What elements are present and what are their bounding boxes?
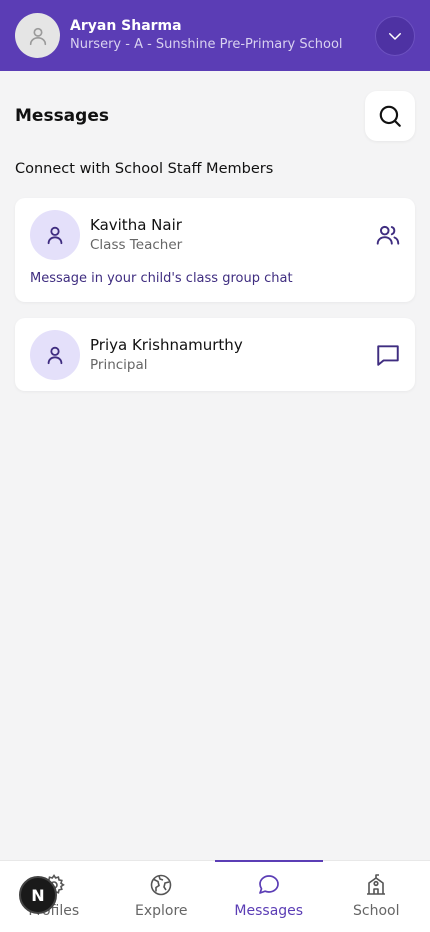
messages-title-row: Messages <box>15 91 415 141</box>
school-icon <box>364 873 388 897</box>
nav-item-school[interactable]: School <box>323 861 430 932</box>
bottom-nav: Profiles Explore Messages School <box>0 860 430 932</box>
staff-name: Kavitha Nair <box>90 216 182 234</box>
staff-role: Principal <box>90 357 148 373</box>
staff-card-class-teacher[interactable]: Kavitha Nair Class Teacher Message in yo… <box>15 198 415 302</box>
nav-item-messages[interactable]: Messages <box>215 860 323 932</box>
group-icon <box>376 225 400 245</box>
search-button[interactable] <box>365 91 415 141</box>
chat-bubble-icon <box>257 873 281 897</box>
nav-label: Explore <box>134 903 188 919</box>
globe-icon <box>149 873 173 897</box>
nav-label: School <box>353 903 400 919</box>
nav-label: Messages <box>234 903 304 919</box>
staff-info: Kavitha Nair Class Teacher <box>90 215 182 255</box>
search-icon <box>379 105 401 127</box>
staff-card-principal[interactable]: Priya Krishnamurthy Principal <box>15 318 415 391</box>
user-icon <box>47 346 63 365</box>
profile-info: Aryan Sharma Nursery - A - Sunshine Pre-… <box>70 17 375 55</box>
group-chat-link[interactable]: Message in your child's class group chat <box>30 271 293 286</box>
class-school-label: Nursery - A - Sunshine Pre-Primary Schoo… <box>70 36 343 52</box>
user-icon <box>29 27 46 45</box>
user-avatar <box>15 13 60 58</box>
page-title: Messages <box>15 106 109 126</box>
group-chat-button[interactable] <box>375 222 401 248</box>
profile-switch-button[interactable] <box>375 15 415 56</box>
staff-row: Priya Krishnamurthy Principal <box>30 330 243 380</box>
chevron-down-icon <box>389 32 401 40</box>
chat-bubble-icon <box>377 345 399 366</box>
staff-avatar <box>30 210 80 260</box>
message-button[interactable] <box>375 342 401 368</box>
user-icon <box>47 226 63 245</box>
profile-header: Aryan Sharma Nursery - A - Sunshine Pre-… <box>0 0 430 71</box>
staff-role: Class Teacher <box>90 237 183 253</box>
staff-avatar <box>30 330 80 380</box>
section-title: Connect with School Staff Members <box>15 161 274 177</box>
student-name: Aryan Sharma <box>70 17 182 34</box>
staff-name: Priya Krishnamurthy <box>90 336 243 354</box>
staff-row: Kavitha Nair Class Teacher <box>30 210 182 260</box>
nav-item-explore[interactable]: Explore <box>108 861 216 932</box>
floating-badge[interactable]: N <box>19 876 57 914</box>
staff-info: Priya Krishnamurthy Principal <box>90 335 243 375</box>
